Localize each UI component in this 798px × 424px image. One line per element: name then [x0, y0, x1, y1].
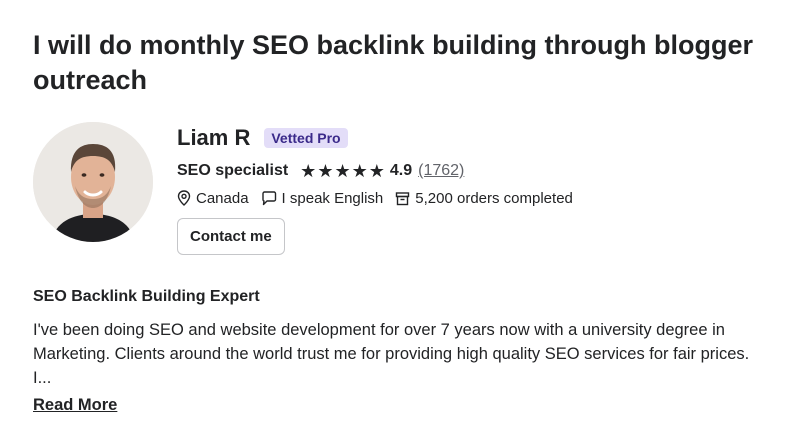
- star-icon: ★: [317, 161, 334, 181]
- read-more-link[interactable]: Read More: [33, 396, 117, 415]
- contact-me-button[interactable]: Contact me: [177, 218, 285, 255]
- location-pin-icon: [177, 190, 191, 206]
- location-text: Canada: [196, 189, 249, 207]
- seller-name[interactable]: Liam R: [177, 125, 250, 151]
- about-section: SEO Backlink Building Expert I've been d…: [33, 288, 763, 415]
- seller-meta: Canada I speak English 5,200 orders comp…: [177, 188, 585, 208]
- star-rating: ★ ★ ★ ★ ★: [300, 162, 386, 180]
- seller-info: Liam R Vetted Pro SEO specialist ★ ★ ★ ★…: [177, 122, 585, 255]
- seller-role: SEO specialist: [177, 162, 289, 179]
- star-icon: ★: [334, 161, 351, 181]
- box-icon: [396, 191, 410, 205]
- gig-title: I will do monthly SEO backlink building …: [33, 30, 753, 95]
- review-count-link[interactable]: (1762): [418, 162, 464, 180]
- language-item: I speak English: [261, 189, 384, 207]
- seller-avatar[interactable]: [33, 122, 153, 242]
- rating-score: 4.9: [389, 162, 413, 179]
- location-item: Canada: [177, 190, 249, 207]
- chat-bubble-icon: [261, 190, 276, 205]
- seller-card: Liam R Vetted Pro SEO specialist ★ ★ ★ ★…: [33, 122, 773, 262]
- star-icon: ★: [300, 161, 317, 181]
- orders-text: 5,200 orders completed: [415, 189, 573, 207]
- about-text: I've been doing SEO and website developm…: [33, 321, 750, 387]
- language-text: I speak English: [281, 189, 384, 207]
- rating-row: SEO specialist ★ ★ ★ ★ ★ 4.9 (1762): [177, 160, 585, 182]
- orders-item: 5,200 orders completed: [395, 190, 573, 207]
- name-row: Liam R Vetted Pro: [177, 122, 585, 154]
- about-heading: SEO Backlink Building Expert: [33, 288, 260, 305]
- vetted-pro-badge: Vetted Pro: [264, 128, 348, 148]
- star-icon: ★: [368, 161, 385, 181]
- star-icon: ★: [351, 161, 368, 181]
